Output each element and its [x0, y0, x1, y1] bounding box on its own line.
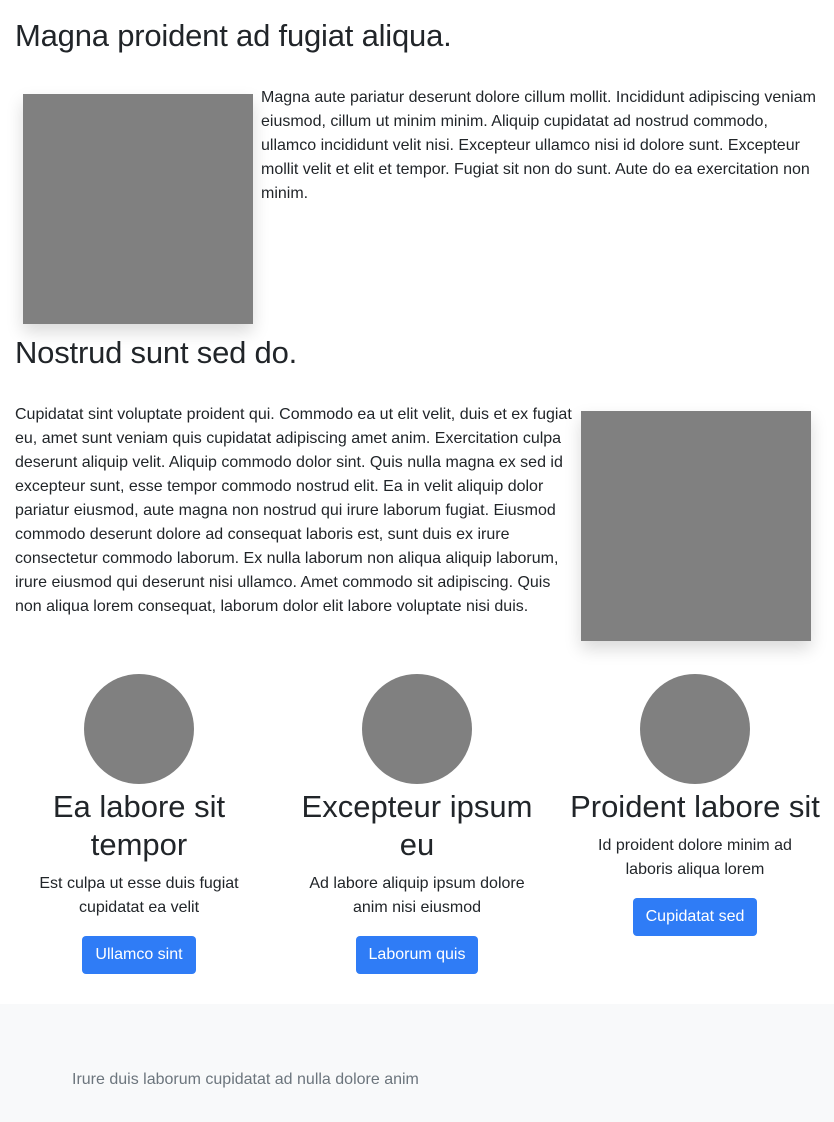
feature-circle-image [84, 674, 194, 784]
feature-title: Ea labore sit tempor [52, 789, 226, 862]
feature-description: Est culpa ut esse duis fugiat cupidatat … [39, 875, 239, 916]
laborum-quis-button[interactable]: Laborum quis [355, 936, 479, 974]
section-1-paragraph: Magna aute pariatur deserunt dolore cill… [261, 89, 816, 202]
section-2-paragraph: Cupidatat sint voluptate proident qui. C… [15, 406, 572, 615]
section-1-heading: Magna proident ad fugiat aliqua. [15, 18, 452, 53]
footer-text: Irure duis laborum cupidatat ad nulla do… [72, 1071, 419, 1088]
feature-title: Proident labore sit [570, 789, 820, 824]
feature-card: Proident labore sit Id proident dolore m… [556, 674, 834, 974]
feature-card: Excepteur ipsum eu Ad labore aliquip ips… [278, 674, 556, 974]
ullamco-sint-button[interactable]: Ullamco sint [82, 936, 196, 974]
feature-circle-image [640, 674, 750, 784]
feature-title: Excepteur ipsum eu [301, 789, 533, 862]
feature-card: Ea labore sit tempor Est culpa ut esse d… [0, 674, 278, 974]
feature-description: Ad labore aliquip ipsum dolore anim nisi… [309, 875, 525, 916]
page: Magna proident ad fugiat aliqua. Magna a… [0, 0, 834, 1122]
cupidatat-sed-button[interactable]: Cupidatat sed [632, 898, 758, 936]
section-2-image-placeholder [581, 411, 811, 641]
section-1-image-placeholder [23, 94, 253, 324]
feature-description: Id proident dolore minim ad laboris aliq… [598, 837, 792, 878]
footer: Irure duis laborum cupidatat ad nulla do… [0, 1004, 834, 1122]
feature-circle-image [362, 674, 472, 784]
feature-columns: Ea labore sit tempor Est culpa ut esse d… [0, 674, 834, 974]
section-2-heading: Nostrud sunt sed do. [15, 335, 298, 370]
